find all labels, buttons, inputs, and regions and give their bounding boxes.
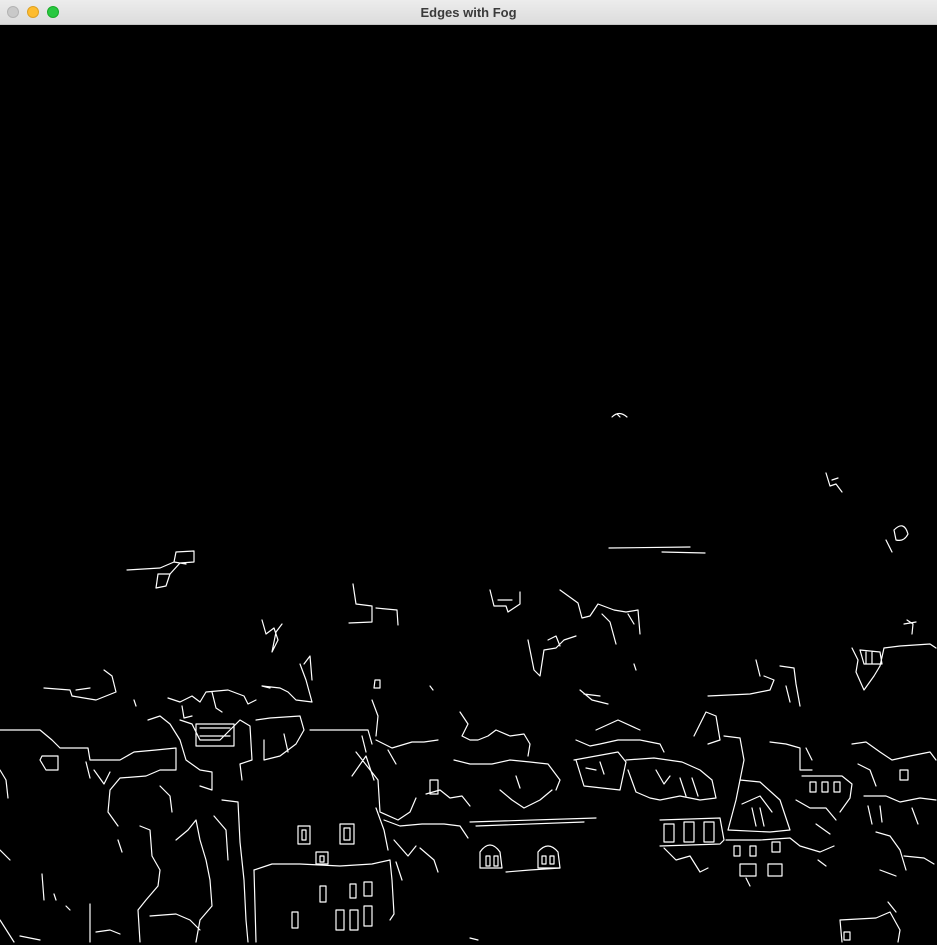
app-window: Edges with Fog <box>0 0 937 945</box>
title-bar[interactable]: Edges with Fog <box>0 0 937 25</box>
edge-map-image <box>0 412 937 943</box>
window-title: Edges with Fog <box>420 5 517 20</box>
edge-image-canvas[interactable] <box>0 25 937 945</box>
